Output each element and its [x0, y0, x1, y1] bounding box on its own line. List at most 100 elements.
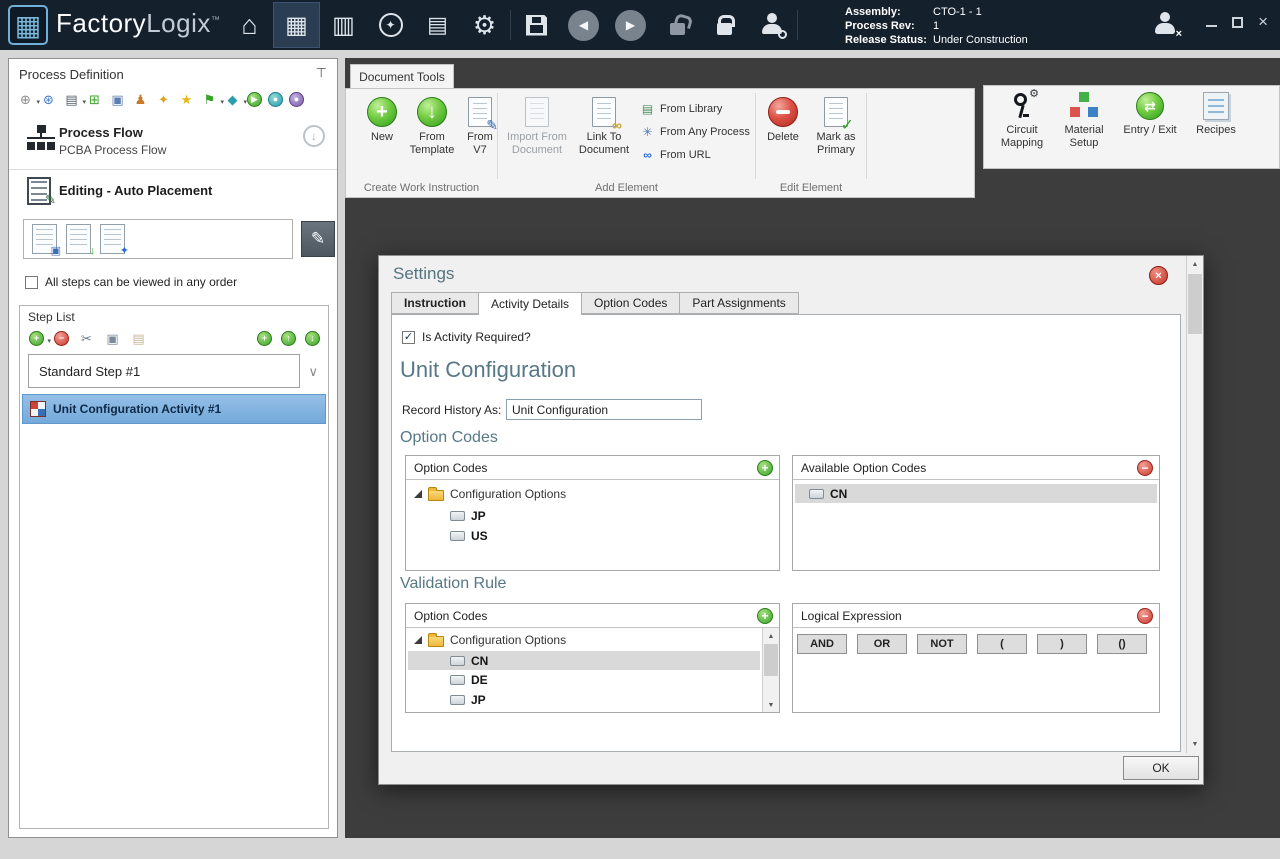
entry-exit-button[interactable]: ⇄ Entry / Exit	[1116, 92, 1184, 137]
not-button[interactable]: NOT	[917, 634, 967, 654]
scrollbar-thumb[interactable]	[764, 644, 778, 676]
run-icon[interactable]: ▶	[247, 92, 262, 107]
activity-list-item-selected[interactable]: Unit Configuration Activity #1	[22, 394, 326, 424]
diamond-icon[interactable]: ◆▾	[224, 91, 241, 108]
material-setup-button[interactable]: Material Setup	[1056, 92, 1112, 150]
back-icon[interactable]: ◀	[560, 2, 607, 48]
save-icon[interactable]	[513, 2, 560, 48]
scroll-down-icon[interactable]: ▼	[763, 697, 779, 713]
flag-icon[interactable]: ⚑▾	[201, 91, 218, 108]
delete-element-button[interactable]: Delete	[760, 97, 806, 144]
star-icon[interactable]: ★	[178, 91, 195, 108]
close-paren-button[interactable]: )	[1037, 634, 1087, 654]
template-document-icon[interactable]: ✦	[100, 224, 125, 254]
dispatch-compass-icon[interactable]: ✦	[367, 2, 414, 48]
from-template-button[interactable]: ↓ From Template	[404, 97, 460, 157]
status-icon[interactable]: ●	[268, 92, 283, 107]
move-step-down-icon[interactable]: ↓	[305, 331, 320, 346]
dialog-scrollbar[interactable]: ▲ ▼	[1186, 256, 1203, 753]
person-icon[interactable]: ♟	[132, 91, 149, 108]
import-from-document-button[interactable]: Import From Document	[504, 97, 570, 157]
or-button[interactable]: OR	[857, 634, 907, 654]
minimize-button[interactable]	[1206, 25, 1217, 27]
tab-instruction[interactable]: Instruction	[391, 292, 479, 314]
forward-icon[interactable]: ▶	[607, 2, 654, 48]
tree-expander-icon[interactable]	[414, 636, 422, 644]
add-icon[interactable]: ⊕▾	[17, 91, 34, 108]
from-library-button[interactable]: ▤ From Library	[640, 101, 722, 116]
edit-instruction-button[interactable]: ✎	[301, 221, 335, 257]
home-icon[interactable]: ⌂	[226, 2, 273, 48]
add-step-icon[interactable]: +▾	[28, 330, 45, 347]
tab-part-assignments[interactable]: Part Assignments	[680, 292, 798, 314]
scrollbar-thumb[interactable]	[1188, 274, 1202, 334]
from-any-process-button[interactable]: ✳ From Any Process	[640, 124, 750, 139]
new-instruction-button[interactable]: + New	[360, 97, 404, 144]
tree-item-jp[interactable]: JP	[450, 509, 486, 523]
add-validation-code-button[interactable]: +	[757, 608, 773, 624]
user-search-icon[interactable]	[748, 2, 795, 48]
view-order-row[interactable]: All steps can be viewed in any order	[25, 275, 237, 289]
paste-icon[interactable]: ▤	[130, 330, 147, 347]
remove-option-code-button[interactable]: −	[1137, 460, 1153, 476]
step-name-input[interactable]: Standard Step #1	[28, 354, 300, 388]
lock-icon[interactable]	[701, 2, 748, 48]
documents-stack-icon[interactable]: ▥	[320, 2, 367, 48]
tree-item-us[interactable]: US	[450, 529, 488, 543]
record-icon[interactable]: ●	[289, 92, 304, 107]
mark-as-primary-button[interactable]: ✓ Mark as Primary	[808, 97, 864, 157]
view-order-checkbox[interactable]	[25, 276, 38, 289]
from-v7-button[interactable]: ✎ From V7	[460, 97, 500, 157]
process-definition-icon[interactable]: ▦	[273, 2, 320, 48]
cut-icon[interactable]: ✂	[78, 330, 95, 347]
activity-required-row[interactable]: ✓ Is Activity Required?	[402, 330, 531, 344]
tab-option-codes[interactable]: Option Codes	[582, 292, 680, 314]
flow-tree-icon[interactable]: ⊞	[86, 91, 103, 108]
tab-document-tools[interactable]: Document Tools	[350, 64, 454, 89]
ok-button[interactable]: OK	[1123, 756, 1199, 780]
circuit-mapping-button[interactable]: ⚙ Circuit Mapping	[994, 92, 1050, 150]
record-history-input[interactable]: Unit Configuration	[506, 399, 702, 420]
tree-item-de[interactable]: DE	[450, 673, 488, 687]
remove-expression-button[interactable]: −	[1137, 608, 1153, 624]
close-window-button[interactable]: ×	[1258, 16, 1268, 28]
copy-icon[interactable]: ▣	[104, 330, 121, 347]
collapse-flow-icon[interactable]: ↓	[303, 125, 325, 147]
activity-required-checkbox[interactable]: ✓	[402, 331, 415, 344]
new-document-icon[interactable]: ▣	[32, 224, 57, 254]
scroll-up-icon[interactable]: ▲	[763, 628, 779, 644]
link-to-document-button[interactable]: ∞ Link To Document	[574, 97, 634, 157]
monitor-icon[interactable]: ▣	[109, 91, 126, 108]
print-icon[interactable]: ▤▾	[63, 91, 80, 108]
find-step-icon[interactable]: +	[257, 331, 272, 346]
tree-root-row[interactable]: Configuration Options	[414, 633, 566, 647]
news-feed-icon[interactable]: ▤	[414, 2, 461, 48]
available-item-cn[interactable]: CN	[795, 484, 1157, 503]
dialog-close-button[interactable]: ×	[1149, 266, 1168, 285]
remove-step-icon[interactable]: −	[54, 331, 69, 346]
step-collapse-chevron[interactable]: ∨	[308, 364, 318, 380]
key-icon[interactable]: ✦	[155, 91, 172, 108]
tree-item-jp[interactable]: JP	[450, 693, 486, 707]
add-option-code-button[interactable]: +	[757, 460, 773, 476]
tree-expander-icon[interactable]	[414, 490, 422, 498]
tab-activity-details[interactable]: Activity Details	[479, 292, 582, 315]
from-url-button[interactable]: ∞ From URL	[640, 147, 711, 162]
and-button[interactable]: AND	[797, 634, 847, 654]
open-paren-button[interactable]: (	[977, 634, 1027, 654]
paren-pair-button[interactable]: ()	[1097, 634, 1147, 654]
network-icon[interactable]: ⊛	[40, 91, 57, 108]
tree-item-cn-selected[interactable]: CN	[408, 651, 760, 670]
logout-user-icon[interactable]: ×	[1152, 12, 1180, 38]
scroll-up-icon[interactable]: ▲	[1187, 256, 1203, 272]
recipes-button[interactable]: Recipes	[1190, 92, 1242, 137]
tree-scrollbar[interactable]: ▲ ▼	[762, 628, 779, 712]
pin-icon[interactable]: ⊤	[316, 65, 327, 81]
import-document-icon[interactable]: ↓	[66, 224, 91, 254]
unlock-icon[interactable]	[654, 2, 701, 48]
maximize-button[interactable]	[1232, 17, 1243, 28]
tree-root-row[interactable]: Configuration Options	[414, 487, 566, 501]
settings-gear-icon[interactable]: ⚙	[461, 2, 508, 48]
scroll-down-icon[interactable]: ▼	[1187, 736, 1203, 752]
move-step-up-icon[interactable]: ↑	[281, 331, 296, 346]
